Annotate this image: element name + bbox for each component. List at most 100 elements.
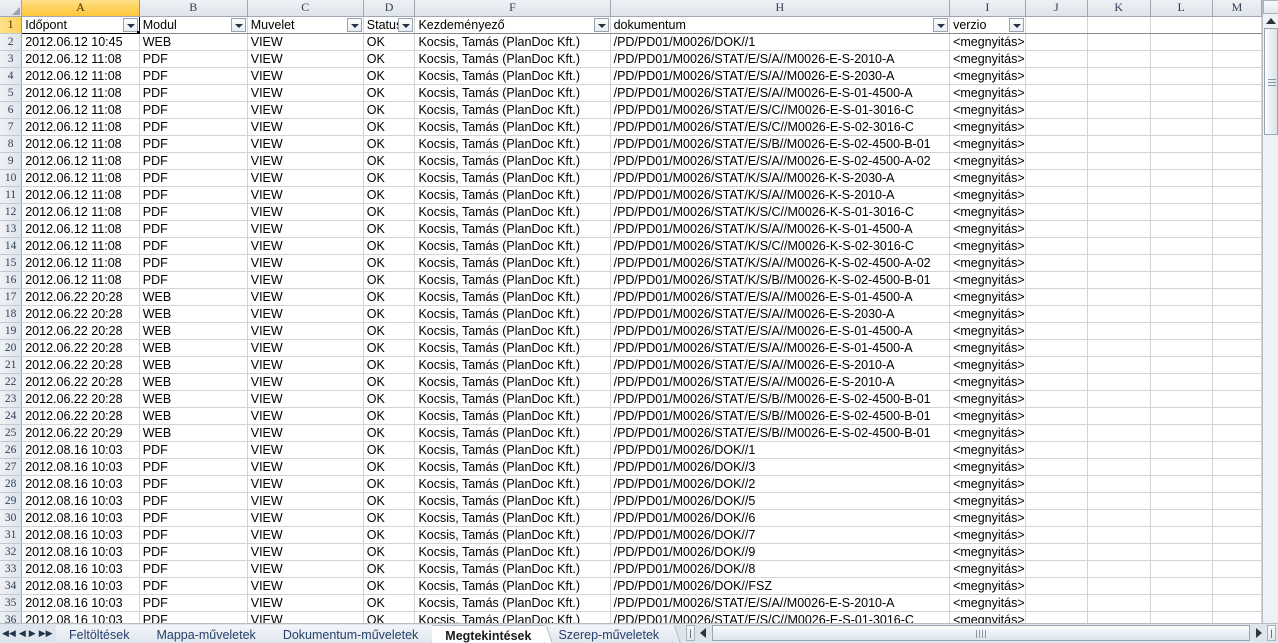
cell-muvelet[interactable]: VIEW [247, 169, 364, 187]
cell-muvelet[interactable]: VIEW [247, 339, 364, 357]
row-header-2[interactable]: 2 [0, 33, 23, 51]
cell-modul[interactable]: WEB [139, 288, 248, 306]
cell-kezdemenyezo[interactable]: Kocsis, Tamás (PlanDoc Kft.) [414, 254, 611, 272]
cell-empty-m[interactable] [1212, 594, 1262, 612]
cell-modul[interactable]: WEB [139, 322, 248, 340]
cell-idopont[interactable]: 2012.08.16 10:03 [21, 441, 140, 459]
cell-status[interactable]: OK [363, 509, 416, 527]
cell-verzio[interactable]: <megnyitás> [949, 288, 1026, 306]
cell-empty-k[interactable] [1087, 84, 1151, 102]
cell-kezdemenyezo[interactable]: Kocsis, Tamás (PlanDoc Kft.) [414, 526, 611, 544]
cell-empty-k[interactable] [1087, 101, 1151, 119]
table-row[interactable]: 30 2012.08.16 10:03 PDF VIEW OK Kocsis, Tamás… [0, 509, 1262, 527]
cell-empty-j[interactable] [1025, 543, 1089, 561]
cell-modul[interactable]: PDF [139, 169, 248, 187]
cell-empty-k[interactable] [1087, 458, 1151, 476]
cell-muvelet[interactable]: VIEW [247, 475, 364, 493]
cell-muvelet[interactable]: VIEW [247, 458, 364, 476]
cell-verzio[interactable]: <megnyitás> [949, 237, 1026, 255]
cell-modul[interactable]: PDF [139, 611, 248, 623]
cell-muvelet[interactable]: VIEW [247, 220, 364, 238]
cell-muvelet[interactable]: VIEW [247, 203, 364, 221]
cell-verzio[interactable]: <megnyitás> [949, 492, 1026, 510]
column-header-k[interactable]: K [1087, 0, 1151, 17]
cell-dokumentum[interactable]: /PD/PD01/M0026/STAT/E/S/C//M0026-E-S-01-… [610, 101, 951, 119]
cell-idopont[interactable]: 2012.06.12 11:08 [21, 101, 140, 119]
cell-empty-j[interactable] [1025, 492, 1089, 510]
row-header-18[interactable]: 18 [0, 305, 23, 323]
cell-modul[interactable]: PDF [139, 203, 248, 221]
cell-empty-k[interactable] [1087, 288, 1151, 306]
cell-empty-l[interactable] [1150, 322, 1213, 340]
cell-idopont[interactable]: 2012.06.12 10:45 [21, 33, 140, 51]
cell-empty-m[interactable] [1212, 424, 1262, 442]
cell-kezdemenyezo[interactable]: Kocsis, Tamás (PlanDoc Kft.) [414, 271, 611, 289]
cell-kezdemenyezo[interactable]: Kocsis, Tamás (PlanDoc Kft.) [414, 33, 611, 51]
cell-dokumentum[interactable]: /PD/PD01/M0026/STAT/K/S/C//M0026-K-S-02-… [610, 237, 951, 255]
cell-empty-l[interactable] [1150, 135, 1213, 153]
sheet-tab-4[interactable]: Szerep-műveletek [545, 625, 674, 643]
cell-empty-k[interactable] [1087, 407, 1151, 425]
cell-modul[interactable]: PDF [139, 67, 248, 85]
cell-kezdemenyezo[interactable]: Kocsis, Tamás (PlanDoc Kft.) [414, 577, 611, 595]
row-header-35[interactable]: 35 [0, 594, 23, 612]
table-row[interactable]: 2 2012.06.12 10:45 WEB VIEW OK Kocsis, Tamás … [0, 33, 1262, 51]
cell-empty-l[interactable] [1150, 526, 1213, 544]
cell-empty-l[interactable] [1150, 373, 1213, 391]
cell-modul[interactable]: PDF [139, 543, 248, 561]
cell-verzio[interactable]: <megnyitás> [949, 203, 1026, 221]
cell-dokumentum[interactable]: /PD/PD01/M0026/DOK//1 [610, 33, 951, 51]
cell-status[interactable]: OK [363, 492, 416, 510]
cell-empty-k[interactable] [1087, 237, 1151, 255]
cell-status[interactable]: OK [363, 152, 416, 170]
cell-dokumentum[interactable]: /PD/PD01/M0026/DOK//6 [610, 509, 951, 527]
cell-modul[interactable]: PDF [139, 101, 248, 119]
first-sheet-icon[interactable]: ◀◀ [2, 629, 16, 639]
cell-kezdemenyezo[interactable]: Kocsis, Tamás (PlanDoc Kft.) [414, 152, 611, 170]
vertical-scrollbar[interactable] [1262, 0, 1278, 623]
cell-empty-k[interactable] [1087, 186, 1151, 204]
cell-empty-m[interactable] [1212, 492, 1262, 510]
cell-verzio[interactable]: <megnyitás> [949, 509, 1026, 527]
cell-dokumentum[interactable]: /PD/PD01/M0026/DOK//3 [610, 458, 951, 476]
autofilter-dropdown-icon[interactable] [593, 17, 609, 32]
cell-empty-k[interactable] [1087, 339, 1151, 357]
cell-empty-j[interactable] [1025, 50, 1089, 68]
cell-empty-l[interactable] [1150, 84, 1213, 102]
cell-dokumentum[interactable]: /PD/PD01/M0026/STAT/E/S/B//M0026-E-S-02-… [610, 135, 951, 153]
cell-status[interactable]: OK [363, 220, 416, 238]
table-row[interactable]: 36 2012.08.16 10:03 PDF VIEW OK Kocsis, Tamás… [0, 611, 1262, 623]
cell-muvelet[interactable]: VIEW [247, 33, 364, 51]
cell-kezdemenyezo[interactable]: Kocsis, Tamás (PlanDoc Kft.) [414, 390, 611, 408]
cell-empty-j[interactable] [1025, 237, 1089, 255]
cell-idopont[interactable]: 2012.06.12 11:08 [21, 237, 140, 255]
cell-kezdemenyezo[interactable]: Kocsis, Tamás (PlanDoc Kft.) [414, 373, 611, 391]
cell-kezdemenyezo[interactable]: Kocsis, Tamás (PlanDoc Kft.) [414, 237, 611, 255]
cell-dokumentum[interactable]: /PD/PD01/M0026/DOK//FSZ [610, 577, 951, 595]
cell-muvelet[interactable]: VIEW [247, 322, 364, 340]
cell-empty-m[interactable] [1212, 169, 1262, 187]
row-header-7[interactable]: 7 [0, 118, 23, 136]
cell-empty-m[interactable] [1212, 203, 1262, 221]
row-header-30[interactable]: 30 [0, 509, 23, 527]
cell-muvelet[interactable]: VIEW [247, 492, 364, 510]
cell-empty-m[interactable] [1212, 560, 1262, 578]
table-row[interactable]: 26 2012.08.16 10:03 PDF VIEW OK Kocsis, Tamás… [0, 441, 1262, 459]
cell-verzio[interactable]: <megnyitás> [949, 611, 1026, 623]
cell-kezdemenyezo[interactable]: Kocsis, Tamás (PlanDoc Kft.) [414, 424, 611, 442]
cell-empty-j[interactable] [1025, 475, 1089, 493]
table-row[interactable]: 35 2012.08.16 10:03 PDF VIEW OK Kocsis, Tamás… [0, 594, 1262, 612]
cell-empty-j[interactable] [1025, 560, 1089, 578]
cell-empty-l[interactable] [1150, 50, 1213, 68]
cell-muvelet[interactable]: VIEW [247, 237, 364, 255]
cell-verzio[interactable]: <megnyitás> [949, 220, 1026, 238]
cell-status[interactable]: OK [363, 271, 416, 289]
cell-empty-l[interactable] [1150, 407, 1213, 425]
cell-modul[interactable]: PDF [139, 271, 248, 289]
cell-idopont[interactable]: 2012.06.12 11:08 [21, 152, 140, 170]
column-header-b[interactable]: B [139, 0, 248, 17]
cell-kezdemenyezo[interactable]: Kocsis, Tamás (PlanDoc Kft.) [414, 220, 611, 238]
prev-sheet-icon[interactable]: ◀ [19, 629, 26, 639]
cell-empty-k[interactable] [1087, 169, 1151, 187]
cell-dokumentum[interactable]: /PD/PD01/M0026/DOK//8 [610, 560, 951, 578]
